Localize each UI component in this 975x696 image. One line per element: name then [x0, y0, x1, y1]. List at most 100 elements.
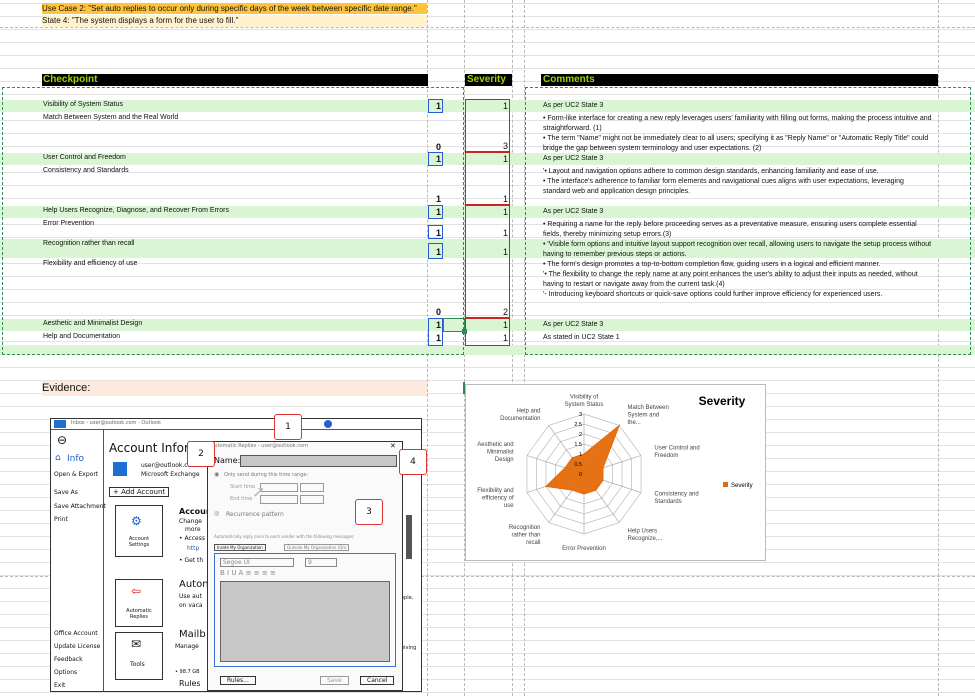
category-label: Recognition rather than recall [509, 525, 541, 546]
end-time-label: End time [230, 496, 253, 502]
red-score[interactable]: 1 [494, 228, 508, 238]
nav-save-as[interactable]: Save As [54, 489, 78, 496]
auto-reply-text: Automatically reply once to each sender … [214, 534, 355, 539]
comments-header[interactable]: Comments [541, 74, 938, 86]
category-label: Aesthetic and Minimalist Design [477, 442, 514, 463]
account-settings-text-2: more [185, 526, 201, 533]
nav-save-attachment[interactable]: Save Attachment [54, 503, 106, 510]
tick-label: 1.5 [574, 442, 582, 448]
format-toolbar[interactable]: B I U A ≡ ≡ ≡ ≡ [220, 569, 276, 577]
only-send-label: Only send during this time range: [224, 472, 309, 478]
red-score[interactable]: 1 [494, 247, 508, 257]
fill-handle[interactable] [462, 329, 467, 334]
tick-label: 0.5 [574, 462, 582, 468]
red-score[interactable]: 1 [494, 207, 508, 217]
dialog-title: Automatic Replies - user@outlook.com [211, 443, 308, 449]
tick-label: 3 [579, 412, 582, 418]
avatar-icon [324, 420, 332, 428]
add-account-button[interactable]: + Add Account [109, 487, 170, 497]
category-label: Help Users Recognize,... [627, 528, 662, 542]
save-button[interactable]: Save [320, 676, 349, 685]
automatic-replies-text-2: on vaca [179, 602, 203, 609]
back-arrow-icon[interactable]: ⊖ [57, 433, 67, 447]
start-time-field[interactable] [300, 483, 324, 492]
severity-box-red [465, 205, 510, 318]
page-break-line [0, 27, 975, 28]
evidence-label[interactable]: Evidence: [42, 381, 427, 396]
end-time-field[interactable] [300, 495, 324, 504]
automatic-replies-label: Automatic Replies [126, 608, 152, 620]
checkpoint-header[interactable]: Checkpoint [42, 74, 428, 86]
only-send-radio[interactable]: ◉ [214, 471, 219, 478]
nav-info[interactable]: Info [67, 454, 84, 464]
nav-office-account[interactable]: Office Account [54, 630, 98, 637]
category-label: Flexibility and efficiency of use [477, 488, 514, 509]
sketch-title-bar: Inbox - user@outlook.com - Outlook [51, 419, 421, 430]
account-settings-tile[interactable]: ⚙ Account Settings [115, 505, 163, 557]
reply-textarea[interactable] [220, 581, 390, 662]
start-date-field[interactable] [260, 483, 298, 492]
red-score[interactable]: 1 [494, 101, 508, 111]
callout-1: 1 [274, 414, 302, 440]
callout-2: 2 [187, 441, 215, 467]
recurrence-label: Recurrence pattern [226, 511, 284, 518]
nav-exit[interactable]: Exit [54, 682, 65, 689]
exchange-icon [113, 462, 127, 476]
category-label: User Control and Freedom [654, 446, 699, 460]
severity-header[interactable]: Severity [465, 74, 512, 86]
automatic-replies-tile[interactable]: ⇦ Automatic Replies [115, 579, 163, 627]
red-score[interactable]: 1 [494, 194, 508, 204]
auto-reply-icon: ⇦ [131, 584, 142, 598]
account-settings-bullet: • Access [179, 535, 205, 542]
use-case-cell[interactable]: Use Case 2: "Set auto replies to occur o… [42, 3, 427, 14]
tab-inside-organization[interactable]: Inside My Organization [214, 544, 266, 551]
tools-label: Tools [130, 661, 145, 668]
red-score[interactable]: 1 [494, 320, 508, 330]
scrollbar-thumb[interactable] [406, 515, 412, 559]
red-score[interactable]: 1 [494, 154, 508, 164]
font-select[interactable]: Segoe UI [220, 558, 294, 567]
reply-editor: Segoe UI 9 B I U A ≡ ≡ ≡ ≡ [214, 553, 396, 667]
nav-info-home-icon[interactable]: ⌂ [55, 453, 61, 463]
category-label: Error Prevention [562, 546, 606, 552]
font-size-select[interactable]: 9 [305, 558, 337, 567]
automatic-replies-text: Use aut [179, 593, 202, 600]
nav-print[interactable]: Print [54, 516, 68, 523]
name-input[interactable] [240, 455, 397, 467]
nav-options[interactable]: Options [54, 669, 77, 676]
close-icon[interactable]: ✕ [390, 442, 396, 450]
rules-heading: Rules [179, 679, 201, 688]
rules-button[interactable]: Rules... [220, 676, 256, 685]
callout-4: 4 [399, 449, 427, 475]
recurrence-radio[interactable]: ◎ [214, 510, 219, 517]
mail-tools-icon: ✉ [131, 637, 142, 651]
tick-label: 2.5 [574, 422, 582, 428]
series-area [544, 423, 621, 495]
automatic-replies-dialog: Automatic Replies - user@outlook.com ✕ N… [207, 441, 403, 691]
gear-icon: ⚙ [131, 514, 142, 528]
severity-radar-chart[interactable]: Severity Severity 0 0.5 1 1.5 2 2.5 3 Visibilit… [465, 384, 766, 561]
red-score[interactable]: 1 [494, 333, 508, 343]
nav-open-export[interactable]: Open & Export [54, 471, 98, 478]
account-type: Microsoft Exchange [141, 471, 200, 478]
tab-outside-organization[interactable]: Outside My Organization (On) [284, 544, 350, 551]
red-score[interactable]: 3 [494, 141, 508, 151]
evidence-sketch: Inbox - user@outlook.com - Outlook ⊖ ⌂ I… [50, 414, 427, 692]
category-label: Match Between System and the... [627, 405, 668, 426]
category-label: Help and Documentation [500, 409, 540, 423]
account-settings-label: Account Settings [128, 536, 150, 548]
tick-label: 0 [579, 472, 582, 478]
account-settings-get: • Get th [179, 557, 204, 564]
tools-tile[interactable]: ✉ Tools [115, 632, 163, 680]
nav-feedback[interactable]: Feedback [54, 656, 83, 663]
side-text: hiving [401, 645, 417, 651]
account-settings-link[interactable]: http [187, 545, 199, 552]
nav-update-license[interactable]: Update License [54, 643, 100, 650]
end-date-field[interactable] [260, 495, 298, 504]
cancel-button[interactable]: Cancel [360, 676, 395, 685]
name-label: Name: [214, 456, 241, 465]
state-cell[interactable]: State 4: "The system displays a form for… [42, 15, 427, 27]
legend-swatch [723, 482, 728, 487]
red-score[interactable]: 2 [494, 307, 508, 317]
sketch-backstage-nav: ⊖ ⌂ Info Open & Export Save As Save Atta… [51, 429, 106, 691]
